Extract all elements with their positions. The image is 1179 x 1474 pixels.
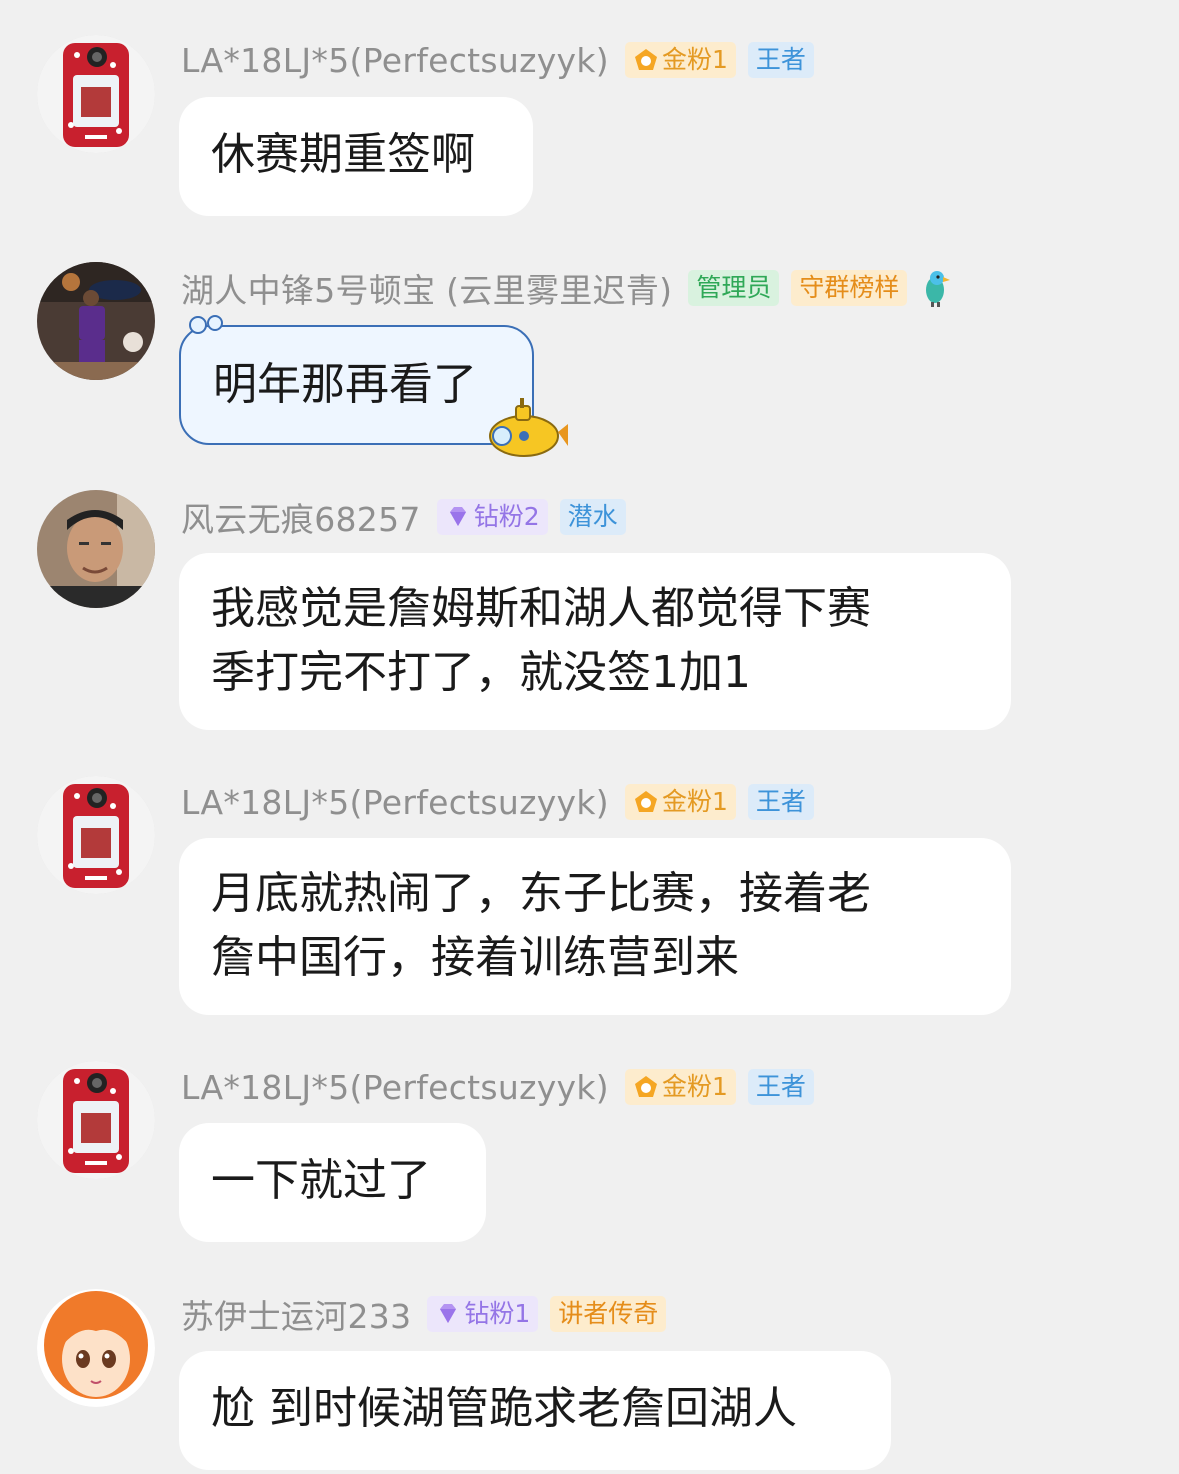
fan-level-badge: 金粉1 (624, 784, 736, 820)
message-header: 风云无痕68257 钻粉2 潜水 (181, 495, 638, 539)
badge-label: 金粉1 (661, 1072, 728, 1101)
admin-badge: 管理员 (688, 270, 780, 306)
nickname[interactable]: LA*18LJ*5(Perfectsuzyyk) (181, 783, 609, 822)
user-avatar[interactable] (37, 35, 155, 153)
message-text: 尬 到时候湖管跪求老詹回湖人 (211, 1383, 797, 1434)
user-avatar[interactable] (37, 1061, 155, 1179)
message-text: 我感觉是詹姆斯和湖人都觉得下赛 (211, 583, 871, 634)
phone-case-avatar-icon (37, 35, 155, 153)
basketball-player-avatar-icon (37, 262, 155, 380)
man-face-avatar-icon (37, 490, 155, 608)
message-bubble[interactable]: 休赛期重签啊 (179, 97, 533, 216)
message-header: 湖人中锋5号顿宝 (云里雾里迟青) 管理员 守群榜样 (181, 266, 953, 310)
pentagon-icon (634, 791, 657, 812)
fan-level-badge: 金粉1 (624, 1069, 736, 1105)
user-avatar[interactable] (37, 262, 155, 380)
diamond-icon (449, 507, 466, 526)
bubble-decoration-icon (189, 315, 223, 334)
nickname[interactable]: LA*18LJ*5(Perfectsuzyyk) (181, 41, 609, 80)
nickname[interactable]: 湖人中锋5号顿宝 (云里雾里迟青) (181, 264, 672, 312)
rank-badge: 王者 (747, 1069, 814, 1105)
pentagon-icon (634, 49, 657, 70)
user-avatar[interactable] (37, 1289, 155, 1407)
fan-level-badge: 钻粉1 (427, 1296, 539, 1332)
nickname[interactable]: 苏伊士运河233 (181, 1290, 411, 1338)
message-header: 苏伊士运河233 钻粉1 讲者传奇 (181, 1292, 678, 1336)
message-text: 季打完不打了，就没签1加1 (211, 647, 751, 698)
rank-badge: 王者 (747, 42, 814, 78)
rank-badge: 潜水 (559, 499, 626, 535)
phone-case-avatar-icon (37, 776, 155, 894)
honor-badge: 守群榜样 (791, 270, 908, 306)
message-text: 月底就热闹了，东子比赛，接着老 (211, 868, 871, 919)
fan-level-badge: 钻粉2 (436, 499, 548, 535)
message-text: 詹中国行，接着训练营到来 (211, 932, 739, 983)
nickname[interactable]: 风云无痕68257 (181, 493, 421, 541)
message-bubble[interactable]: 尬 到时候湖管跪求老詹回湖人 (179, 1351, 891, 1470)
parrot-icon (926, 271, 951, 307)
fan-level-badge: 金粉1 (624, 42, 736, 78)
message-bubble[interactable]: 一下就过了 (179, 1123, 486, 1242)
badge-label: 钻粉1 (464, 1299, 531, 1328)
message-bubble[interactable]: 月底就热闹了，东子比赛，接着老 詹中国行，接着训练营到来 (179, 838, 1011, 1015)
phone-case-avatar-icon (37, 1061, 155, 1179)
message-bubble[interactable]: 我感觉是詹姆斯和湖人都觉得下赛 季打完不打了，就没签1加1 (179, 553, 1011, 730)
nickname[interactable]: LA*18LJ*5(Perfectsuzyyk) (181, 1068, 609, 1107)
message-text: 休赛期重签啊 (211, 129, 475, 180)
message-header: LA*18LJ*5(Perfectsuzyyk) 金粉1 王者 (181, 38, 826, 82)
message-text: 一下就过了 (211, 1155, 431, 1206)
badge-label: 金粉1 (661, 45, 728, 74)
badge-label: 金粉1 (661, 787, 728, 816)
rank-badge: 王者 (747, 784, 814, 820)
message-header: LA*18LJ*5(Perfectsuzyyk) 金粉1 王者 (181, 1065, 826, 1109)
user-avatar[interactable] (37, 490, 155, 608)
submarine-icon (489, 398, 568, 457)
message-text: 明年那再看了 (213, 359, 477, 410)
user-avatar[interactable] (37, 776, 155, 894)
honor-badge: 讲者传奇 (550, 1296, 667, 1332)
anime-girl-avatar-icon (37, 1289, 155, 1407)
message-header: LA*18LJ*5(Perfectsuzyyk) 金粉1 王者 (181, 780, 826, 824)
badge-label: 钻粉2 (473, 502, 540, 531)
pentagon-icon (634, 1076, 657, 1097)
diamond-icon (440, 1304, 457, 1323)
